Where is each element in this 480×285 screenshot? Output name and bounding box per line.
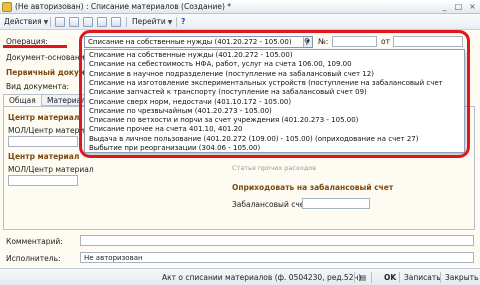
center-materials-heading: Центр материал (8, 152, 80, 161)
basis-document-label: Документ-основание: (6, 53, 92, 62)
offbalance-heading: Оприходовать на забалансовый счет (232, 183, 394, 192)
mol-center-field[interactable] (8, 136, 78, 147)
operation-label-underline (3, 45, 67, 48)
post-document-icon[interactable] (97, 17, 107, 27)
mol-center-field[interactable] (8, 175, 78, 186)
comment-field[interactable] (80, 235, 474, 246)
app-icon (2, 2, 12, 12)
number-field[interactable] (332, 36, 377, 47)
toolbar: Действия ▼ Перейти ▼ ? (0, 14, 480, 30)
executor-field[interactable]: Не авторизован (80, 252, 474, 263)
executor-value: Не авторизован (84, 254, 143, 262)
mol-center-label: МОЛ/Центр материал (8, 126, 94, 135)
minimize-icon[interactable]: _ (440, 2, 449, 11)
chevron-down-icon: ▼ (43, 19, 49, 26)
document-type-label: Вид документа: (6, 82, 69, 91)
number-label: №: (318, 37, 329, 46)
statusbar-separator (371, 272, 372, 283)
goto-menu-button[interactable]: Перейти ▼ (132, 16, 172, 28)
center-materials-heading: Центр материал (8, 113, 80, 122)
statusbar-separator (354, 272, 355, 283)
maximize-icon[interactable]: □ (454, 2, 463, 11)
tab-general[interactable]: Общая (3, 94, 42, 106)
offbalance-account-field[interactable] (302, 198, 370, 209)
print-icon[interactable]: ▤ (359, 273, 366, 282)
comment-label: Комментарий: (6, 237, 63, 246)
save-button[interactable]: Записать (404, 273, 441, 282)
goto-label: Перейти (132, 17, 166, 26)
cost-article-label: Статья прочих расходов (232, 164, 317, 172)
refresh-icon[interactable] (111, 17, 121, 27)
operation-select[interactable]: Списание на собственные нужды (401.20.27… (84, 36, 313, 48)
toolbar-separator (176, 17, 177, 27)
search-icon[interactable]: ⚲ (304, 37, 313, 46)
statusbar-separator (399, 272, 400, 283)
actions-menu-button[interactable]: Действия ▼ (4, 16, 48, 28)
toolbar-separator (126, 17, 127, 27)
toolbar-separator (50, 17, 51, 27)
date-label: от (381, 37, 390, 46)
title-bar: (Не авторизован) : Списание материалов (… (0, 0, 480, 14)
primary-document-label: Первичный докуме (6, 68, 91, 77)
status-bar: Акт о списании материалов (ф. 0504230, р… (0, 268, 480, 285)
ok-button[interactable]: OK (384, 273, 396, 282)
statusbar-separator (440, 272, 441, 283)
close-button[interactable]: Закрыть (445, 273, 478, 282)
chevron-down-icon: ▼ (167, 19, 173, 26)
window-controls: _ □ × (440, 2, 477, 11)
new-document-icon[interactable] (55, 17, 65, 27)
mol-center-label: МОЛ/Центр материал (8, 165, 94, 174)
executor-label: Исполнитель: (6, 254, 61, 263)
operation-dropdown-list: Списание на собственные нужды (401.20.27… (84, 49, 465, 153)
copy-icon[interactable] (69, 17, 79, 27)
offbalance-account-label: Забалансовый счет: (232, 200, 312, 209)
save-icon[interactable] (83, 17, 93, 27)
close-window-icon[interactable]: × (468, 2, 477, 11)
operation-selected-value: Списание на собственные нужды (401.20.27… (88, 38, 292, 46)
date-field[interactable] (393, 36, 463, 47)
print-form-link[interactable]: Акт о списании материалов (ф. 0504230, р… (162, 273, 361, 282)
help-button[interactable]: ? (181, 16, 185, 28)
dropdown-option[interactable]: Выбытие при реорганизации (304.06 - 105.… (89, 143, 260, 152)
window-title: (Не авторизован) : Списание материалов (… (15, 2, 232, 11)
actions-label: Действия (4, 17, 42, 26)
